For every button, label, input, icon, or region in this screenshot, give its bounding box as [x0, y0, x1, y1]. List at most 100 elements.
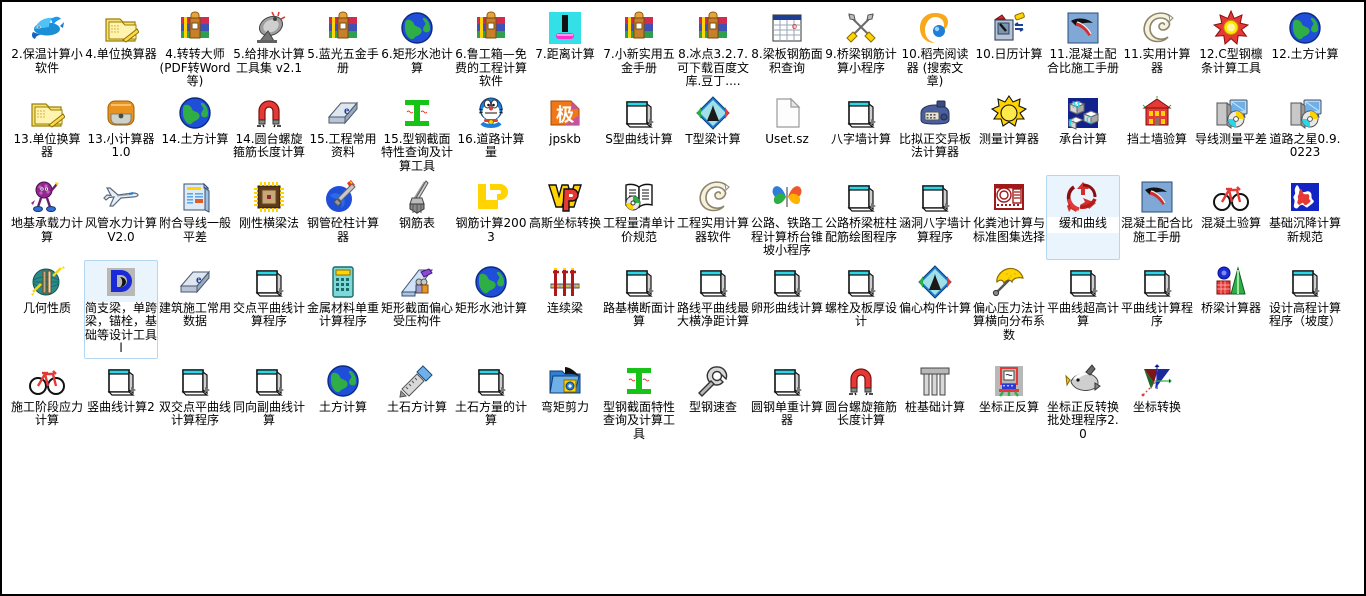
- desktop-icon-item[interactable]: 型钢截面特性查询及计算工具: [602, 359, 676, 444]
- desktop-icon-item[interactable]: 比拟正交异板法计算器: [898, 91, 972, 176]
- desktop-icon-item[interactable]: 15.型钢截面特性查询及计算工具: [380, 91, 454, 176]
- icon-label: 公路桥梁桩柱配筋绘图程序: [825, 216, 898, 244]
- desktop-icon-item[interactable]: M F C 承台计算: [1046, 91, 1120, 176]
- desktop-icon-item[interactable]: 交点平曲线计算程序: [232, 260, 306, 359]
- desktop-icon-item[interactable]: 混凝土验算: [1194, 175, 1268, 260]
- desktop-icon-item[interactable]: 土石方计算: [380, 359, 454, 444]
- desktop-icon-item[interactable]: o 8.梁板钢筋面积查询: [750, 6, 824, 91]
- desktop-icon-item[interactable]: 螺栓及板厚设计: [824, 260, 898, 359]
- desktop-icon-item[interactable]: 5.给排水计算工具集 v2.1: [232, 6, 306, 91]
- desktop-icon-item[interactable]: 八字墙计算: [824, 91, 898, 176]
- desktop-icon-item[interactable]: 7.距离计算: [528, 6, 602, 91]
- desktop-icon-item[interactable]: 坐标正反转换批处理程序2.0: [1046, 359, 1120, 444]
- desktop-icon-item[interactable]: 偏心压力法计算横向分布系数: [972, 260, 1046, 359]
- desktop-icon-item[interactable]: 高斯坐标转换: [528, 175, 602, 260]
- globe-icon: [473, 264, 509, 302]
- desktop-icon-item[interactable]: 桥梁计算器: [1194, 260, 1268, 359]
- desktop-icon-item[interactable]: 10.稻壳阅读器 (搜索文章): [898, 6, 972, 91]
- desktop-icon-item[interactable]: 地基承载力计算: [10, 175, 84, 260]
- icon-label: 简支梁，单跨梁，锚栓，基础等设计工具l: [85, 301, 157, 358]
- desktop-icon-item[interactable]: 坐标转换: [1120, 359, 1194, 444]
- desktop-icon-item[interactable]: 矩形截面偏心受压构件: [380, 260, 454, 359]
- desktop-icon-item[interactable]: 8.冰点3.2.7.可下载百度文库.豆丁....: [676, 6, 750, 91]
- icon-label: 建筑施工常用数据: [159, 300, 232, 328]
- desktop-icon-item[interactable]: 9.桥梁钢筋计算小程序: [824, 6, 898, 91]
- desktop-icon-item[interactable]: 几何性质: [10, 260, 84, 359]
- desktop-icon-item[interactable]: 导线测量平差: [1194, 91, 1268, 176]
- desktop-icon-item[interactable]: 工程量清单计价规范: [602, 175, 676, 260]
- desktop-icon-item[interactable]: 测量计算器: [972, 91, 1046, 176]
- script-doc-icon: [177, 363, 213, 401]
- desktop-icon-item[interactable]: 型钢速查: [676, 359, 750, 444]
- desktop-icon-item[interactable]: 双交点平曲线计算程序: [158, 359, 232, 444]
- desktop-icon-item[interactable]: 12.C型钢檩条计算工具: [1194, 6, 1268, 91]
- desktop-icon-item[interactable]: 缓和曲线: [1046, 175, 1120, 260]
- desktop-icon-item[interactable]: 同向副曲线计算: [232, 359, 306, 444]
- desktop-icon-item[interactable]: 简支梁，单跨梁，锚栓，基础等设计工具l: [84, 259, 158, 359]
- desktop-icon-item[interactable]: 附合导线一般平差: [158, 175, 232, 260]
- desktop-icon-item[interactable]: 圆台螺旋箍筋长度计算: [824, 359, 898, 444]
- desktop-icon-item[interactable]: T型梁计算: [676, 91, 750, 176]
- desktop-icon-item[interactable]: 偏心构件计算: [898, 260, 972, 359]
- icon-label: 4.转转大师 (PDF转Word等): [159, 47, 231, 88]
- desktop-icon-item[interactable]: 极 jpskb: [528, 91, 602, 176]
- desktop-icon-item[interactable]: 6.鲁工箱—免费的工程计算软件: [454, 6, 528, 91]
- desktop-icon-item[interactable]: 12.土方计算: [1268, 6, 1342, 91]
- desktop-icon-item[interactable]: 钢筋计算2003: [454, 175, 528, 260]
- desktop-icon-item[interactable]: 道路之星0.9.0223: [1268, 91, 1342, 176]
- desktop-icon-item[interactable]: 10.日历计算: [972, 6, 1046, 91]
- desktop-icon-item[interactable]: 14.圆台螺旋箍筋长度计算: [232, 91, 306, 176]
- desktop-icon-item[interactable]: 4.单位换算器: [84, 6, 158, 91]
- desktop-icon-item[interactable]: 16.道路计算量: [454, 91, 528, 176]
- desktop-icon-item[interactable]: 2.保温计算小软件: [10, 6, 84, 91]
- desktop-icon-item[interactable]: 土石方量的计算: [454, 359, 528, 444]
- desktop-icon-item[interactable]: 混凝土配合比施工手册: [1120, 175, 1194, 260]
- desktop-icon-item[interactable]: 化粪池计算与标准图集选择: [972, 175, 1046, 260]
- desktop-icon-item[interactable]: 路基横断面计算: [602, 260, 676, 359]
- desktop-icon-item[interactable]: 公路、铁路工程计算桥台锥坡小程序: [750, 175, 824, 260]
- desktop-icon-item[interactable]: 挡土墙验算: [1120, 91, 1194, 176]
- desktop-icon-item[interactable]: 坐标正反算: [972, 359, 1046, 444]
- desktop-icon-item[interactable]: 公路桥梁桩柱配筋绘图程序: [824, 175, 898, 260]
- desktop-icon-item[interactable]: 竖曲线计算2: [84, 359, 158, 444]
- desktop-icon-item[interactable]: 土方计算: [306, 359, 380, 444]
- desktop-icon-item[interactable]: 桩基础计算: [898, 359, 972, 444]
- desktop-icon-item[interactable]: 4.转转大师 (PDF转Word等): [158, 6, 232, 91]
- desktop-icon-item[interactable]: 施工阶段应力计算: [10, 359, 84, 444]
- desktop-icon-item[interactable]: 11.混凝土配合比施工手册: [1046, 6, 1120, 91]
- desktop-icon-item[interactable]: 平曲线超高计算: [1046, 260, 1120, 359]
- desktop-icon-item[interactable]: 金属材料单重计算程序: [306, 260, 380, 359]
- desktop-icon-item[interactable]: 矩形水池计算: [454, 260, 528, 359]
- desktop-icon-item[interactable]: 14.土方计算: [158, 91, 232, 176]
- icon-label: 刚性横梁法: [238, 216, 299, 230]
- desktop-icon-item[interactable]: 路线平曲线最大横净距计算: [676, 260, 750, 359]
- desktop-icon-item[interactable]: 基础沉降计算新规范: [1268, 175, 1342, 260]
- desktop-icon-item[interactable]: 弯矩剪力: [528, 359, 602, 444]
- desktop-icon-item[interactable]: 13.单位换算器: [10, 91, 84, 176]
- desktop-icon-item[interactable]: 平曲线计算程序: [1120, 260, 1194, 359]
- desktop-icon-item[interactable]: e 建筑施工常用数据: [158, 260, 232, 359]
- desktop-icon-item[interactable]: 风管水力计算V2.0: [84, 175, 158, 260]
- desktop-icon-item[interactable]: 圆钢单重计算器: [750, 359, 824, 444]
- desktop-icon-item[interactable]: 卵形曲线计算: [750, 260, 824, 359]
- script-doc-icon: [769, 264, 805, 302]
- desktop-icon-item[interactable]: 5.蓝光五金手册: [306, 6, 380, 91]
- desktop-icon-item[interactable]: 7.小新实用五金手册: [602, 6, 676, 91]
- desktop-icon-item[interactable]: e 15.工程常用资料: [306, 91, 380, 176]
- desktop-icon-item[interactable]: 6.矩形水池计算: [380, 6, 454, 91]
- desktop-icon-item[interactable]: 连续梁: [528, 260, 602, 359]
- desktop-icon-item[interactable]: 13.小计算器1.0: [84, 91, 158, 176]
- desktop-icon-item[interactable]: S型曲线计算: [602, 91, 676, 176]
- desktop-icon-item[interactable]: 钢管砼柱计算器: [306, 175, 380, 260]
- script-doc-icon: [843, 264, 879, 302]
- desktop-icon-item[interactable]: 11.实用计算器: [1120, 6, 1194, 91]
- desktop-icon-item[interactable]: 涵洞八字墙计算程序: [898, 175, 972, 260]
- desktop-icon-item[interactable]: 工程实用计算器软件: [676, 175, 750, 260]
- icon-label: 桥梁计算器: [1200, 300, 1261, 315]
- icon-label: 双交点平曲线计算程序: [159, 399, 232, 427]
- desktop-icon-item[interactable]: Uset.sz: [750, 91, 824, 176]
- desktop-icon-item[interactable]: 钢筋表: [380, 175, 454, 260]
- desktop-icon-item[interactable]: 设计高程计算程序（坡度）: [1268, 260, 1342, 359]
- desktop-icon-item[interactable]: 刚性横梁法: [232, 175, 306, 260]
- icon-label: 卵形曲线计算: [751, 300, 824, 315]
